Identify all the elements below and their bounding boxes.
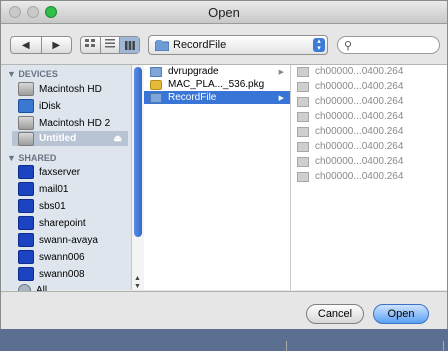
toolbar: ◀ ▶ RecordFile ▴ ▾ ⚲ <box>1 24 447 65</box>
devices-header[interactable]: ▼ DEVICES <box>7 69 58 79</box>
list-item[interactable]: ch00000...0400.264 <box>291 140 447 153</box>
monitor-icon <box>18 233 34 247</box>
shared-header[interactable]: ▼ SHARED <box>7 153 56 163</box>
folder-icon <box>150 92 162 103</box>
sidebar-item-sharepoint[interactable]: sharepoint <box>18 215 138 231</box>
sidebar-item-idisk[interactable]: iDisk <box>18 98 138 114</box>
list-item[interactable]: ch00000...0400.264 <box>291 110 447 123</box>
icon-view-icon <box>85 39 96 47</box>
disclosure-arrow-icon: ▶ <box>278 94 284 102</box>
sidebar-item-faxserver[interactable]: faxserver <box>18 164 138 180</box>
monitor-icon <box>18 216 34 230</box>
sidebar: ▼ DEVICES Macintosh HD iDisk Macintosh H… <box>2 65 143 297</box>
monitor-icon <box>18 199 34 213</box>
back-forward-segment: ◀ ▶ <box>10 36 72 54</box>
document-icon <box>297 141 309 152</box>
document-icon <box>297 66 309 77</box>
search-input[interactable] <box>356 38 440 54</box>
document-icon <box>297 171 309 182</box>
document-icon <box>297 96 309 107</box>
sidebar-scroll-thumb[interactable] <box>134 67 142 237</box>
sidebar-item-macintosh-hd[interactable]: Macintosh HD <box>18 81 138 97</box>
scroll-down-icon[interactable]: ▼ <box>134 283 141 290</box>
search-field[interactable]: ⚲ <box>337 36 440 54</box>
column-resize-handle[interactable] <box>286 341 287 351</box>
disclosure-arrow-icon: ▶ <box>278 68 284 76</box>
monitor-icon <box>18 250 34 264</box>
document-icon <box>297 81 309 92</box>
folder-icon <box>150 66 162 77</box>
sidebar-item-untitled[interactable]: Untitled ⏏ <box>12 131 128 146</box>
sidebar-scrollbar[interactable]: ▲ ▼ <box>131 65 144 290</box>
document-icon <box>297 156 309 167</box>
list-item[interactable]: ch00000...0400.264 <box>291 155 447 168</box>
list-item-selected[interactable]: RecordFile ▶ <box>144 91 290 104</box>
column-view-button[interactable] <box>120 37 139 53</box>
list-view-icon <box>104 39 115 48</box>
window-title: Open <box>208 5 240 20</box>
folder-icon <box>155 40 169 51</box>
idisk-icon <box>18 99 34 113</box>
icon-view-button[interactable] <box>81 39 100 51</box>
sidebar-item-swann008[interactable]: swann008 <box>18 266 138 282</box>
open-dialog: Open ◀ ▶ RecordFile ▴ ▾ ⚲ ▼ DEVICES Maci… <box>0 0 448 351</box>
list-item[interactable]: ch00000...0400.264 <box>291 125 447 138</box>
document-icon <box>297 111 309 122</box>
list-item[interactable]: dvrupgrade ▶ <box>144 65 290 78</box>
list-item[interactable]: ch00000...0400.264 <box>291 80 447 93</box>
button-bar: Cancel Open <box>1 291 447 329</box>
list-view-button[interactable] <box>101 39 120 51</box>
popup-stepper-icon: ▴ ▾ <box>313 38 325 52</box>
hard-drive-icon <box>18 82 34 96</box>
sidebar-item-mail01[interactable]: mail01 <box>18 181 138 197</box>
file-column-2: ch00000...0400.264 ch00000...0400.264 ch… <box>291 65 447 351</box>
scroll-up-icon[interactable]: ▲ <box>134 275 141 282</box>
sidebar-item-swann-avaya[interactable]: swann-avaya <box>18 232 138 248</box>
file-column-1: dvrupgrade ▶ MAC_PLA..._536.pkg RecordFil… <box>144 65 291 351</box>
location-popup[interactable]: RecordFile ▴ ▾ <box>148 35 328 55</box>
location-label: RecordFile <box>173 39 227 51</box>
titlebar: Open <box>1 1 447 24</box>
list-item[interactable]: ch00000...0400.264 <box>291 65 447 78</box>
hard-drive-icon <box>18 131 34 146</box>
sidebar-item-sbs01[interactable]: sbs01 <box>18 198 138 214</box>
document-icon <box>297 126 309 137</box>
list-item[interactable]: ch00000...0400.264 <box>291 170 447 183</box>
monitor-icon <box>18 182 34 196</box>
back-button[interactable]: ◀ <box>11 40 41 51</box>
list-item[interactable]: MAC_PLA..._536.pkg <box>144 78 290 91</box>
view-segment <box>80 36 140 54</box>
monitor-icon <box>18 165 34 179</box>
sidebar-item-swann006[interactable]: swann006 <box>18 249 138 265</box>
column-view-icon <box>124 40 135 50</box>
search-icon: ⚲ <box>344 40 353 52</box>
sidebar-item-macintosh-hd-2[interactable]: Macintosh HD 2 <box>18 115 138 131</box>
eject-icon[interactable]: ⏏ <box>113 133 122 144</box>
monitor-icon <box>18 267 34 281</box>
forward-button[interactable]: ▶ <box>42 40 72 51</box>
open-button[interactable]: Open <box>373 304 429 324</box>
package-icon <box>150 79 162 90</box>
hard-drive-icon <box>18 116 34 130</box>
column-resize-handle[interactable] <box>443 341 444 351</box>
list-item[interactable]: ch00000...0400.264 <box>291 95 447 108</box>
cancel-button[interactable]: Cancel <box>306 304 364 324</box>
